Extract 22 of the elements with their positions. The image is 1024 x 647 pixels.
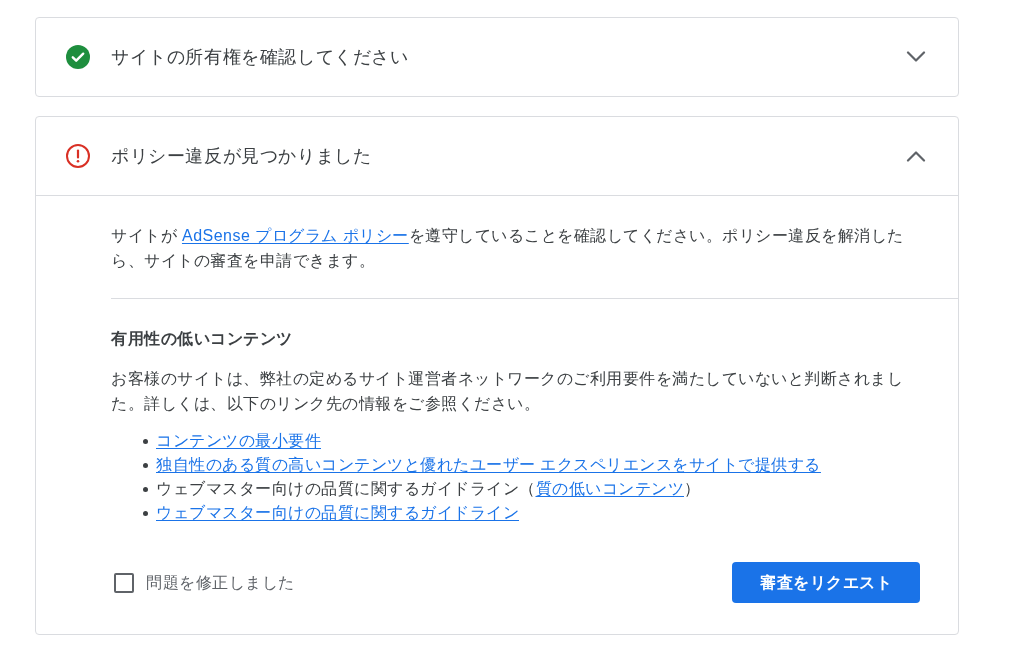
link[interactable]: 独自性のある質の高いコンテンツと優れたユーザー エクスペリエンスをサイトで提供する — [156, 456, 821, 473]
bullet-icon — [143, 486, 148, 492]
section-title: ポリシー違反が見つかりました — [111, 144, 373, 168]
issue-heading: 有用性の低いコンテンツ — [111, 329, 294, 349]
checkbox[interactable] — [114, 572, 134, 593]
intro-text: サイトが AdSense プログラム ポリシー を遵守していることを確認してください。ポリシー違反を解消したら、サイトの審査を申請できます。 — [111, 226, 905, 271]
issue-description: お客様のサイトは、弊社の定めるサイト運営者ネットワークのご利用要件を満たしていないと判断されました。詳しくは、以下のリンク先の情報をご参照ください。 — [111, 369, 904, 414]
chevron-up-icon[interactable] — [906, 150, 926, 162]
exclamation-circle-icon — [66, 144, 90, 168]
check-circle-icon — [66, 45, 90, 69]
bullet-icon — [143, 438, 148, 444]
bullet-icon — [143, 462, 148, 468]
chevron-down-icon[interactable] — [906, 51, 926, 63]
link[interactable]: ウェブマスター向けの品質に関するガイドライン — [156, 504, 519, 521]
bullet-icon — [143, 510, 148, 516]
checkbox-label: 問題を修正しました — [146, 572, 295, 593]
list-item-text: ウェブマスター向けの品質に関するガイドライン（質の低いコンテンツ） — [156, 479, 701, 499]
link[interactable]: AdSense プログラム ポリシー — [181, 227, 409, 244]
section-title: サイトの所有権を確認してください — [111, 45, 410, 69]
request-review-button[interactable]: 審査をリクエスト — [732, 562, 920, 603]
link[interactable]: 質の低いコンテンツ — [535, 480, 684, 497]
link[interactable]: コンテンツの最小要件 — [156, 432, 321, 449]
